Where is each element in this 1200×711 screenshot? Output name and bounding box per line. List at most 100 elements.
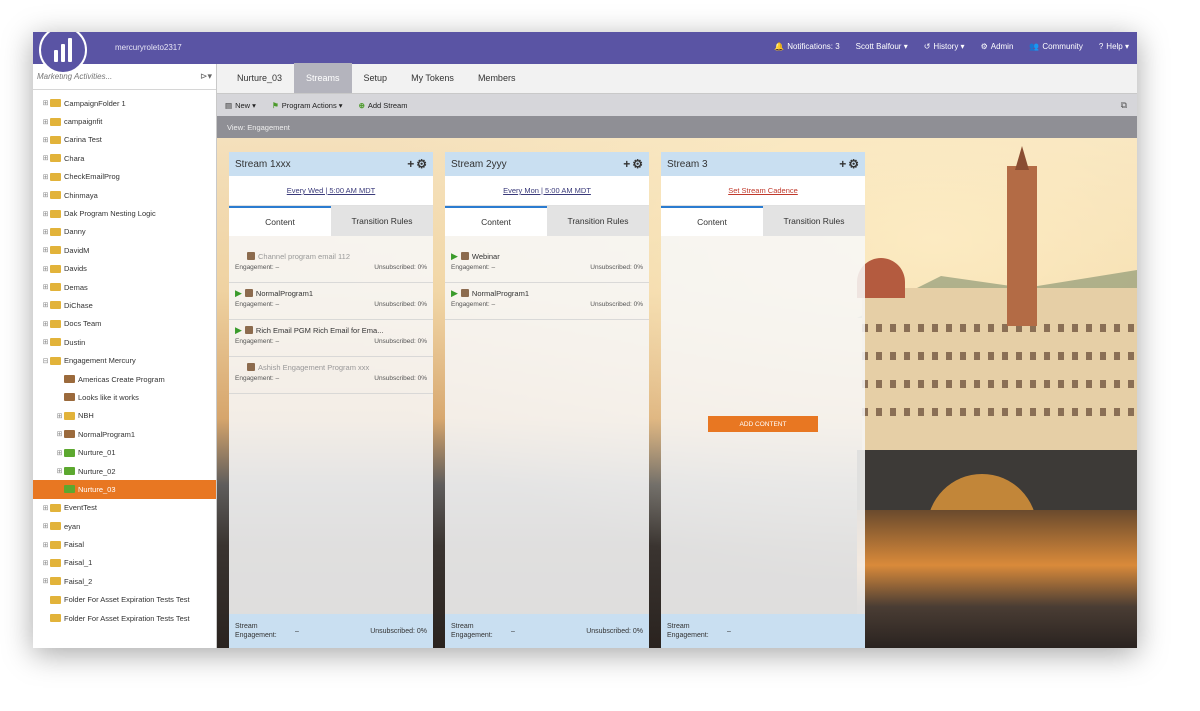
program-actions-button[interactable]: ⚑ Program Actions ▾ <box>272 101 343 110</box>
filter-icon[interactable]: ⊳▾ <box>200 71 212 82</box>
tab-content[interactable]: Content <box>445 206 547 236</box>
stream-content-item[interactable]: Ashish Engagement Program xxx Engagement:… <box>229 357 433 394</box>
expand-toggle-icon[interactable]: ⊞ <box>41 301 50 309</box>
topnav-admin[interactable]: ⚙ Admin <box>981 42 1014 51</box>
expand-toggle-icon[interactable]: ⊞ <box>41 522 50 530</box>
expand-toggle-icon[interactable]: ⊟ <box>41 357 50 365</box>
tree-item[interactable]: Nurture_03 <box>33 480 216 499</box>
tab-nurture-03[interactable]: Nurture_03 <box>225 63 294 93</box>
stream-content-item[interactable]: ▶ Rich Email PGM Rich Email for Ema... Eng… <box>229 320 433 357</box>
expand-toggle-icon[interactable]: ⊞ <box>41 118 50 126</box>
stream-content-item[interactable]: Channel program email 112 Engagement: – Un… <box>229 246 433 283</box>
tree-item[interactable]: ⊞ Chara <box>33 149 216 167</box>
stream-cadence-link[interactable]: Every Wed | 5:00 AM MDT <box>229 176 433 206</box>
expand-toggle-icon[interactable]: ⊞ <box>41 173 50 181</box>
expand-toggle-icon[interactable]: ⊞ <box>55 449 64 457</box>
new-button[interactable]: ▤ New ▾ <box>225 101 256 110</box>
add-stream-button[interactable]: ⊕ Add Stream <box>359 101 408 110</box>
stream-title[interactable]: Stream 1xxx <box>235 159 291 170</box>
tree-item[interactable]: ⊞ Nurture_02 <box>33 462 216 480</box>
expand-toggle-icon[interactable]: ⊞ <box>55 412 64 420</box>
tree-item[interactable]: Folder For Asset Expiration Tests Test <box>33 591 216 609</box>
tree-item[interactable]: ⊞ Dak Program Nesting Logic <box>33 204 216 222</box>
topnav-history[interactable]: ↺ History ▾ <box>924 42 965 51</box>
tree-item[interactable]: ⊞ CheckEmailProg <box>33 168 216 186</box>
expand-toggle-icon[interactable]: ⊞ <box>55 430 64 438</box>
tab-setup[interactable]: Setup <box>352 63 400 93</box>
tree-item[interactable]: ⊞ Chinmaya <box>33 186 216 204</box>
expand-toggle-icon[interactable]: ⊞ <box>41 99 50 107</box>
tree-item[interactable]: ⊞ Danny <box>33 223 216 241</box>
expand-toggle-icon[interactable]: ⊞ <box>41 577 50 585</box>
tree-item[interactable]: ⊞ NormalProgram1 <box>33 425 216 443</box>
expand-toggle-icon[interactable]: ⊞ <box>41 265 50 273</box>
play-icon[interactable]: ▶ <box>235 325 242 336</box>
tree-item[interactable]: ⊞ Carina Test <box>33 131 216 149</box>
stream-cadence-link[interactable]: Every Mon | 5:00 AM MDT <box>445 176 649 206</box>
tree-item[interactable]: Americas Create Program <box>33 370 216 388</box>
tree-item[interactable]: ⊞ Faisal_2 <box>33 572 216 590</box>
expand-toggle-icon[interactable]: ⊞ <box>41 283 50 291</box>
tree-item[interactable]: Looks like it works <box>33 388 216 406</box>
expand-icon[interactable]: ⧉ <box>1121 100 1127 111</box>
tree-item[interactable]: ⊞ Dustin <box>33 333 216 351</box>
tree-item[interactable]: ⊞ Faisal <box>33 535 216 553</box>
tab-transition-rules[interactable]: Transition Rules <box>763 206 865 236</box>
topnav-bell[interactable]: 🔔 Notifications: 3 <box>774 42 839 51</box>
expand-toggle-icon[interactable]: ⊞ <box>41 154 50 162</box>
expand-toggle-icon[interactable]: ⊞ <box>55 467 64 475</box>
expand-toggle-icon[interactable]: ⊞ <box>41 559 50 567</box>
add-icon[interactable]: + <box>623 157 630 171</box>
tree-item[interactable]: ⊞ Nurture_01 <box>33 443 216 461</box>
stream-content-item[interactable]: ▶ NormalProgram1 Engagement: – Unsubscribed… <box>445 283 649 320</box>
stream-cadence-link[interactable]: Set Stream Cadence <box>661 176 865 206</box>
expand-toggle-icon[interactable]: ⊞ <box>41 246 50 254</box>
stream-title[interactable]: Stream 3 <box>667 159 708 170</box>
topnav-help[interactable]: ? Help ▾ <box>1099 42 1129 51</box>
add-icon[interactable]: + <box>839 157 846 171</box>
tree-item[interactable]: ⊞ Docs Team <box>33 315 216 333</box>
tree-item[interactable]: ⊟ Engagement Mercury <box>33 351 216 369</box>
expand-toggle-icon[interactable]: ⊞ <box>41 228 50 236</box>
expand-toggle-icon[interactable]: ⊞ <box>41 191 50 199</box>
play-icon[interactable]: ▶ <box>451 251 458 262</box>
play-icon[interactable]: ▶ <box>235 288 242 299</box>
tab-transition-rules[interactable]: Transition Rules <box>331 206 433 236</box>
tab-my-tokens[interactable]: My Tokens <box>399 63 466 93</box>
add-content-button[interactable]: ADD CONTENT <box>708 416 818 432</box>
content-name: NormalProgram1 <box>471 288 530 298</box>
gear-icon[interactable]: ⚙ <box>632 157 643 171</box>
tree-item[interactable]: ⊞ Demas <box>33 278 216 296</box>
tree-item[interactable]: ⊞ DiChase <box>33 296 216 314</box>
tree-item[interactable]: ⊞ eyan <box>33 517 216 535</box>
add-icon[interactable]: + <box>407 157 414 171</box>
stream-content-item[interactable]: ▶ Webinar Engagement: – Unsubscribed: 0% <box>445 246 649 283</box>
tree-item[interactable]: ⊞ EventTest <box>33 499 216 517</box>
tree-item[interactable]: ⊞ campaignfit <box>33 112 216 130</box>
tree-item[interactable]: ⊞ Davids <box>33 260 216 278</box>
expand-toggle-icon[interactable]: ⊞ <box>41 504 50 512</box>
expand-toggle-icon[interactable]: ⊞ <box>41 320 50 328</box>
tree-item[interactable]: ⊞ DavidM <box>33 241 216 259</box>
play-icon[interactable]: ▶ <box>451 288 458 299</box>
program-icon <box>244 326 253 334</box>
tab-transition-rules[interactable]: Transition Rules <box>547 206 649 236</box>
tree-item[interactable]: ⊞ NBH <box>33 407 216 425</box>
gear-icon[interactable]: ⚙ <box>416 157 427 171</box>
topnav-community[interactable]: 👥 Community <box>1029 42 1082 51</box>
tab-members[interactable]: Members <box>466 63 528 93</box>
expand-toggle-icon[interactable]: ⊞ <box>41 136 50 144</box>
tree-item[interactable]: ⊞ CampaignFolder 1 <box>33 94 216 112</box>
tab-streams[interactable]: Streams <box>294 63 352 93</box>
stream-title[interactable]: Stream 2yyy <box>451 159 507 170</box>
tree-item[interactable]: ⊞ Faisal_1 <box>33 554 216 572</box>
tab-content[interactable]: Content <box>661 206 763 236</box>
stream-content-item[interactable]: ▶ NormalProgram1 Engagement: – Unsubscribed… <box>229 283 433 320</box>
gear-icon[interactable]: ⚙ <box>848 157 859 171</box>
tree-item[interactable]: Folder For Asset Expiration Tests Test <box>33 609 216 627</box>
tab-content[interactable]: Content <box>229 206 331 236</box>
expand-toggle-icon[interactable]: ⊞ <box>41 338 50 346</box>
expand-toggle-icon[interactable]: ⊞ <box>41 210 50 218</box>
expand-toggle-icon[interactable]: ⊞ <box>41 541 50 549</box>
topnav-user[interactable]: Scott Balfour ▾ <box>856 42 908 51</box>
